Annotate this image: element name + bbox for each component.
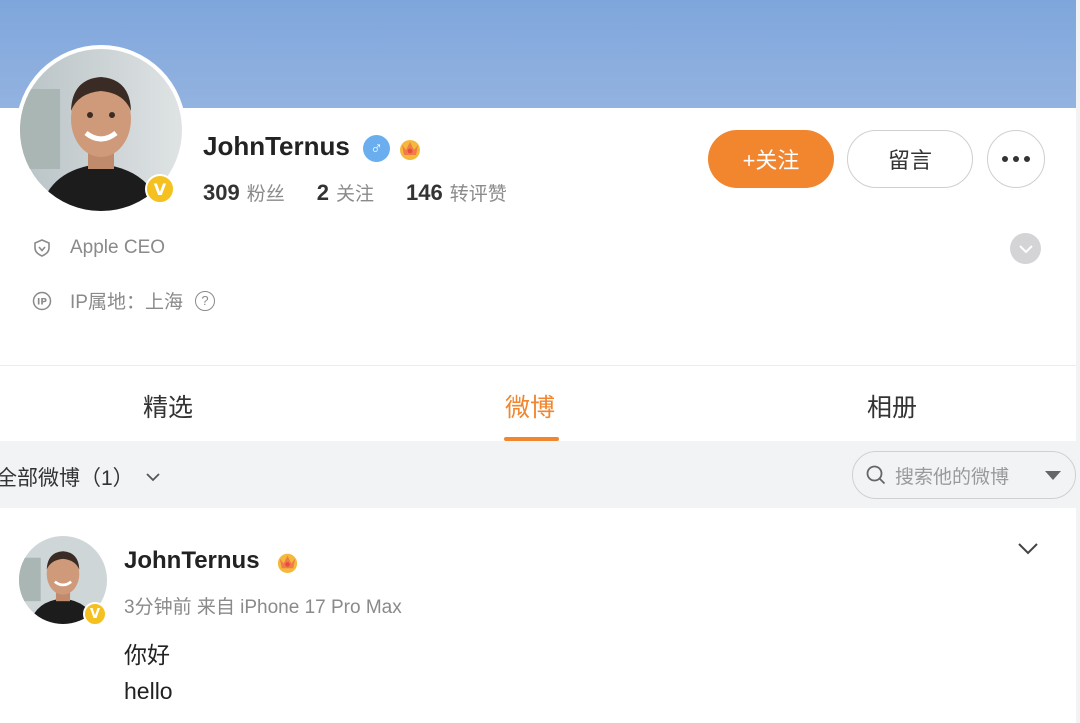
profile-name: JohnTernus xyxy=(203,131,350,161)
more-icon xyxy=(1002,156,1008,162)
crown-icon[interactable] xyxy=(397,135,423,161)
interactions-label: 转评赞 xyxy=(449,184,507,205)
verified-badge-icon: V xyxy=(83,602,107,626)
search-dropdown-icon[interactable] xyxy=(1045,471,1061,480)
post-text-line: 你好 xyxy=(124,642,170,668)
verified-badge-icon: V xyxy=(145,174,175,204)
chevron-down-icon xyxy=(146,473,160,482)
ip-icon: IP xyxy=(32,291,52,310)
shield-icon xyxy=(34,239,50,257)
ip-location-text: IP属地：上海 xyxy=(70,292,183,313)
male-icon: ♂ xyxy=(363,135,390,162)
search-icon xyxy=(866,465,886,485)
more-button[interactable] xyxy=(987,130,1045,188)
following-count[interactable]: 2 xyxy=(317,180,329,206)
filter-bar: 全部微博（1） 搜索他的微博 xyxy=(0,441,1076,508)
post-text-line: hello xyxy=(124,678,173,704)
tab-album[interactable]: 相册 xyxy=(867,388,917,424)
message-button[interactable]: 留言 xyxy=(847,130,973,188)
post-filter-label: 全部微博（1） xyxy=(0,467,134,490)
search-placeholder: 搜索他的微博 xyxy=(895,466,1010,488)
tab-featured[interactable]: 精选 xyxy=(143,388,193,424)
profile-tabs: 精选 微博 相册 xyxy=(0,365,1076,441)
crown-icon[interactable] xyxy=(275,549,300,574)
tab-weibo[interactable]: 微博 xyxy=(505,388,555,424)
chevron-down-icon xyxy=(1018,244,1033,253)
svg-text:IP: IP xyxy=(37,297,47,307)
help-icon[interactable]: ? xyxy=(194,290,215,311)
expand-info-button[interactable] xyxy=(1010,233,1041,264)
fans-count[interactable]: 309 xyxy=(203,180,240,206)
post-meta: 3分钟前 来自 iPhone 17 Pro Max xyxy=(124,597,402,618)
search-input[interactable]: 搜索他的微博 xyxy=(852,451,1076,499)
follow-button[interactable]: +关注 xyxy=(708,130,834,188)
ip-location-row: IP IP属地：上海 ? xyxy=(32,287,215,314)
following-label[interactable]: 关注 xyxy=(336,179,374,206)
post-author-name[interactable]: JohnTernus xyxy=(124,547,260,575)
page-edge xyxy=(1076,0,1080,723)
fans-label[interactable]: 粉丝 xyxy=(247,179,285,206)
post-options-chevron-icon[interactable] xyxy=(1016,541,1040,557)
description-text: Apple CEO xyxy=(70,237,166,258)
post-filter-dropdown[interactable]: 全部微博（1） xyxy=(0,462,162,492)
interactions-count: 146 xyxy=(406,180,443,205)
profile-stats: 309 粉丝 2 关注 146 转评赞 xyxy=(203,179,507,206)
description-row: Apple CEO xyxy=(32,237,165,259)
